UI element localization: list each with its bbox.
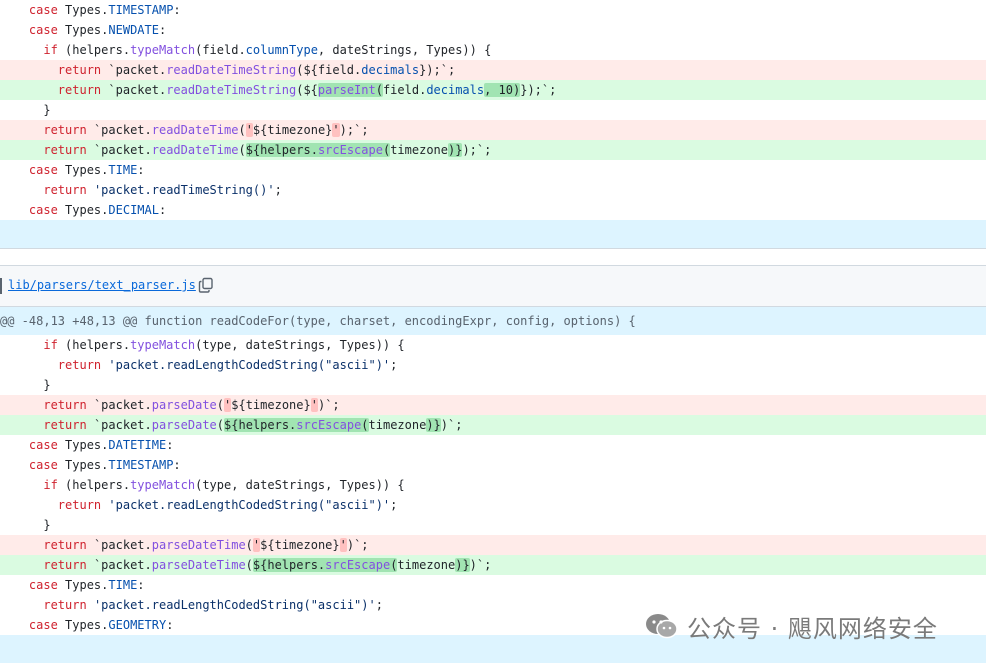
watermark-text: 公众号 · 飓风网络安全 (687, 614, 938, 643)
hunk-header[interactable]: @@ -48,13 +48,13 @@ function readCodeFor… (0, 307, 986, 335)
diff-line-deleted: return `packet.parseDateTime('${timezone… (0, 535, 986, 555)
diff-line: case Types.DECIMAL: (28, 203, 167, 217)
diff-line: } (0, 103, 51, 117)
file-header-edge (0, 278, 2, 294)
diff-line: } (0, 518, 51, 532)
diff-line: if (helpers.typeMatch(field.columnType, … (43, 43, 492, 57)
diff-line: case Types.TIME: (28, 578, 145, 592)
diff-line: case Types.TIME: (28, 163, 145, 177)
diff-line-added: return `packet.parseDateTime(${helpers.s… (0, 555, 986, 575)
diff-line: return 'packet.readLengthCodedString("as… (57, 358, 398, 372)
diff-block-top: case Types.TIMESTAMP: case Types.NEWDATE… (0, 0, 986, 249)
expand-hunk-bar[interactable] (0, 220, 986, 248)
file-header: lib/parsers/text_parser.js (0, 265, 986, 307)
wechat-icon (646, 614, 678, 639)
diff-line-added: return `packet.parseDate(${helpers.srcEs… (0, 415, 986, 435)
diff-line-deleted: return `packet.parseDate('${timezone}')`… (0, 395, 986, 415)
file-name-link[interactable]: lib/parsers/text_parser.js (8, 278, 196, 292)
diff-line: return 'packet.readTimeString()'; (43, 183, 282, 197)
diff-line-added: return `packet.readDateTime(${helpers.sr… (0, 140, 986, 160)
diff-line-added: return `packet.readDateTimeString(${pars… (0, 80, 986, 100)
diff-line-deleted: return `packet.readDateTime('${timezone}… (0, 120, 986, 140)
copy-icon[interactable] (198, 277, 214, 293)
diff-line: case Types.NEWDATE: (28, 23, 167, 37)
diff-line-deleted: return `packet.readDateTimeString(${fiel… (0, 60, 986, 80)
diff-line: if (helpers.typeMatch(type, dateStrings,… (43, 338, 405, 352)
watermark: 公众号 · 飓风网络安全 (645, 606, 938, 646)
diff-line: case Types.TIMESTAMP: (28, 3, 181, 17)
diff-line: case Types.DATETIME: (28, 438, 174, 452)
diff-line: } (0, 378, 51, 392)
diff-line: return 'packet.readLengthCodedString("as… (57, 498, 398, 512)
diff-line: if (helpers.typeMatch(type, dateStrings,… (43, 478, 405, 492)
diff-line: case Types.TIMESTAMP: (28, 458, 181, 472)
